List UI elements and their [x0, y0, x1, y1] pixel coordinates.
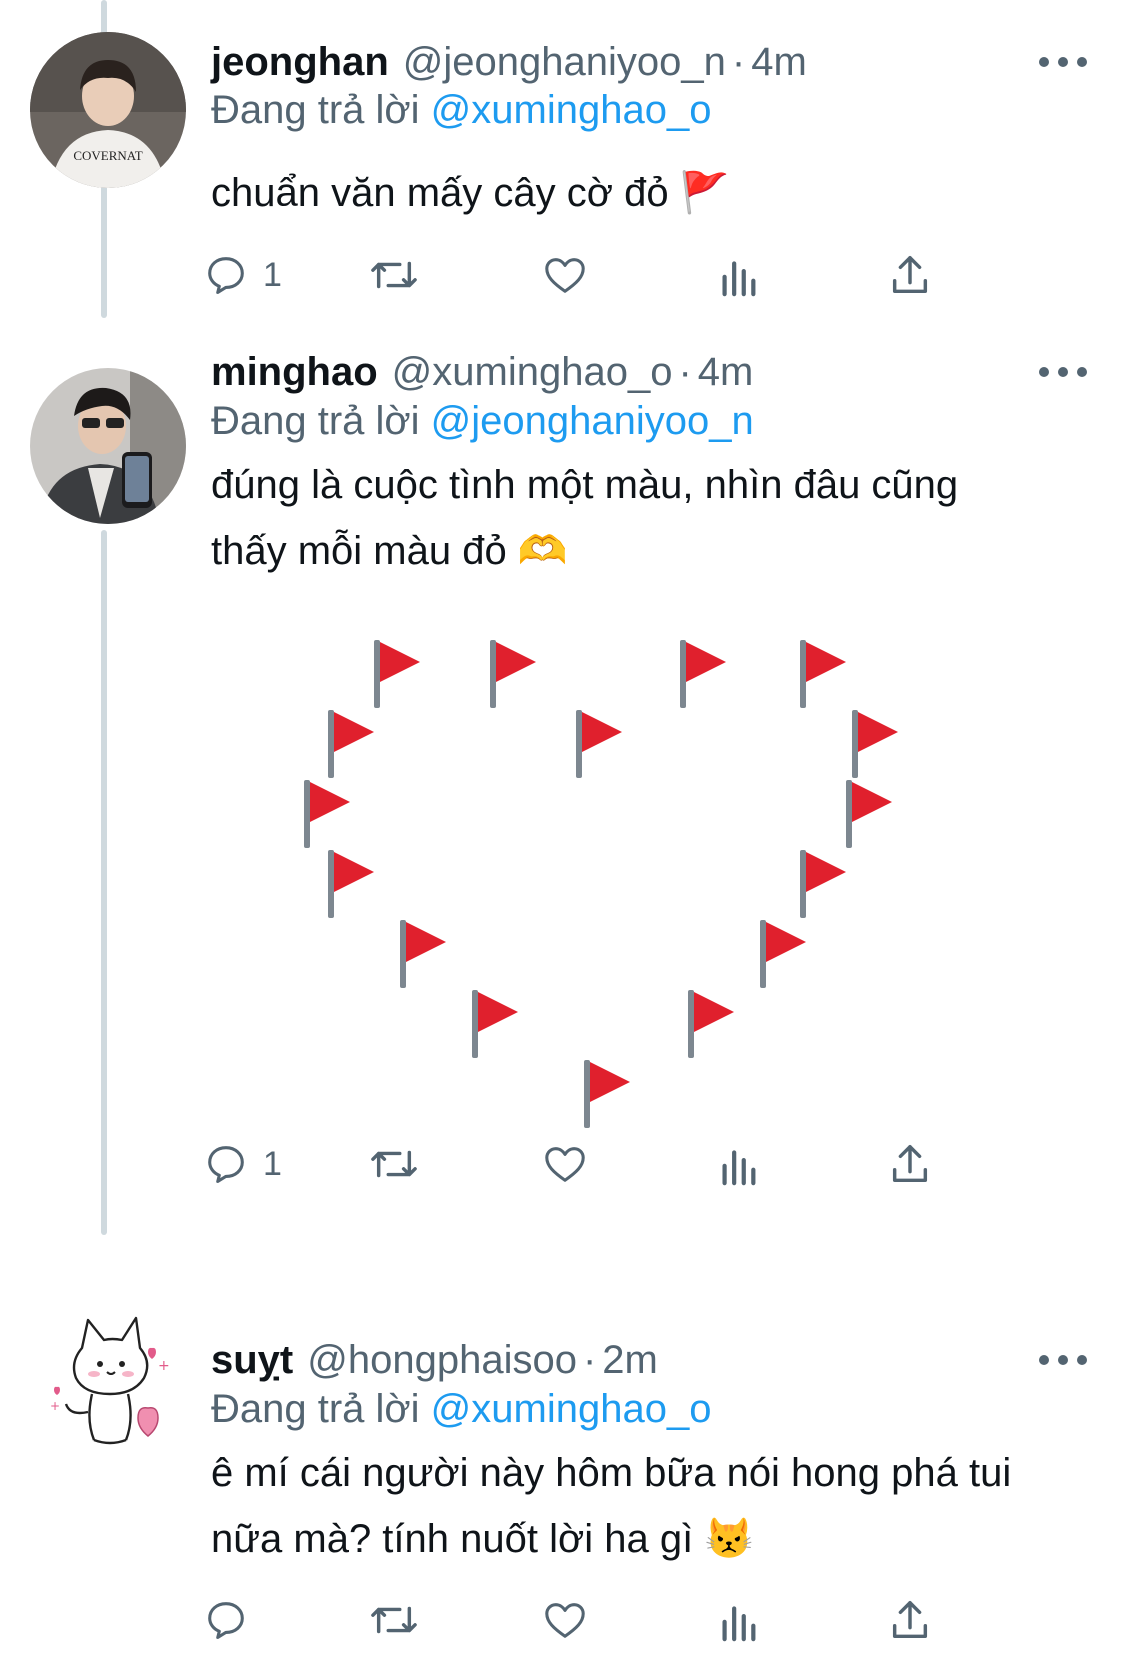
- red-flag-mark: [576, 710, 622, 778]
- views-button[interactable]: [717, 1590, 759, 1650]
- red-flag-mark: [800, 850, 846, 918]
- tweet-jeonghan[interactable]: COVERNAT jeonghan @jeonghaniyoo_n · 4m Đang…: [0, 0, 1125, 330]
- avatar-shirt-text: COVERNAT: [73, 148, 142, 163]
- share-icon: [892, 1145, 928, 1183]
- heart-hands-emoji: 🫶: [517, 529, 568, 573]
- tweet-text-body: chuẩn văn mấy cây cờ đỏ: [211, 171, 669, 215]
- reply-count: 1: [263, 1144, 282, 1183]
- tweet-text: ê mí cái người này hôm bữa nói hong phá …: [211, 1440, 1091, 1572]
- views-icon: [722, 1606, 756, 1642]
- share-icon: [892, 256, 928, 294]
- red-flag-mark: [374, 640, 420, 708]
- retweet-icon: [371, 1606, 417, 1634]
- tweet-text-line: đúng là cuộc tình một màu, nhìn đâu cũng: [211, 463, 959, 507]
- red-flag-mark: [688, 990, 734, 1058]
- timestamp[interactable]: 2m: [602, 1338, 658, 1382]
- display-name[interactable]: minghao: [211, 350, 378, 394]
- red-flag-mark: [490, 640, 536, 708]
- more-icon[interactable]: [1039, 1350, 1087, 1370]
- tweet-header: jeonghan @jeonghaniyoo_n · 4m: [211, 38, 807, 86]
- tweet-suyt[interactable]: + + suỵt @hongphaisoo · 2m Đang trả lời @xu…: [0, 1300, 1125, 1669]
- red-flag-mark: [328, 710, 374, 778]
- tweet-header: minghao @xuminghao_o · 4m: [211, 348, 753, 396]
- reply-count: 1: [263, 255, 282, 294]
- retweet-button[interactable]: [369, 245, 419, 305]
- retweet-icon: [371, 261, 417, 289]
- tweet-text-line: ê mí cái người này hôm bữa nói hong phá …: [211, 1451, 1012, 1495]
- replying-to: Đang trả lời @xuminghao_o: [211, 86, 711, 134]
- user-handle[interactable]: @xuminghao_o: [392, 350, 673, 394]
- red-flag-mark: [760, 920, 806, 988]
- views-button[interactable]: [717, 1134, 759, 1194]
- reply-icon: [208, 1602, 244, 1639]
- reply-button[interactable]: [203, 1590, 263, 1650]
- separator: ·: [678, 350, 692, 394]
- like-button[interactable]: [541, 1590, 589, 1650]
- tweet-actions: 1: [208, 245, 1011, 305]
- red-flag-mark: [304, 780, 350, 848]
- separator: ·: [582, 1338, 597, 1382]
- reply-icon: [208, 257, 244, 294]
- tweet-header: suỵt @hongphaisoo · 2m: [211, 1336, 658, 1384]
- replying-prefix: Đang trả lời: [211, 399, 420, 443]
- red-flag-emoji: 🚩: [679, 171, 730, 215]
- like-button[interactable]: [541, 1134, 589, 1194]
- red-flag-mark: [852, 710, 898, 778]
- reply-icon: [208, 1146, 244, 1183]
- user-handle[interactable]: @jeonghaniyoo_n: [403, 40, 726, 84]
- share-icon: [892, 1601, 928, 1639]
- display-name[interactable]: suỵt: [211, 1338, 293, 1382]
- tweet-actions: 1: [208, 1134, 1011, 1194]
- replying-prefix: Đang trả lời: [211, 1387, 420, 1431]
- replying-to-link[interactable]: @jeonghaniyoo_n: [431, 399, 754, 443]
- retweet-icon: [371, 1150, 417, 1178]
- like-icon: [545, 258, 585, 293]
- display-name[interactable]: jeonghan: [211, 40, 389, 84]
- replying-to-link[interactable]: @xuminghao_o: [431, 1387, 712, 1431]
- tweet-text: đúng là cuộc tình một màu, nhìn đâu cũng…: [211, 452, 1091, 584]
- reply-button[interactable]: 1: [203, 1134, 282, 1194]
- avatar[interactable]: + +: [30, 1300, 186, 1456]
- svg-text:+: +: [50, 1399, 60, 1413]
- share-button[interactable]: [887, 1134, 933, 1194]
- like-icon: [545, 1147, 585, 1182]
- views-icon: [722, 1150, 756, 1186]
- replying-to-link[interactable]: @xuminghao_o: [431, 88, 712, 132]
- svg-text:+: +: [158, 1358, 170, 1374]
- like-button[interactable]: [541, 245, 589, 305]
- red-flags-heart-image[interactable]: [300, 620, 980, 1180]
- retweet-button[interactable]: [369, 1134, 419, 1194]
- red-flag-mark: [328, 850, 374, 918]
- tweet-text-line: nữa mà? tính nuốt lời ha gì 😾: [211, 1517, 755, 1561]
- views-button[interactable]: [717, 245, 759, 305]
- pouting-cat-emoji: 😾: [704, 1517, 755, 1561]
- share-button[interactable]: [887, 1590, 933, 1650]
- separator: ·: [731, 40, 746, 84]
- red-flag-mark: [584, 1060, 630, 1128]
- replying-prefix: Đang trả lời: [211, 88, 420, 132]
- timestamp[interactable]: 4m: [698, 350, 754, 394]
- more-icon[interactable]: [1039, 52, 1087, 72]
- replying-to: Đang trả lời @jeonghaniyoo_n: [211, 397, 754, 445]
- timestamp[interactable]: 4m: [751, 40, 807, 84]
- tweet-text: chuẩn văn mấy cây cờ đỏ 🚩: [211, 160, 1091, 226]
- red-flag-mark: [800, 640, 846, 708]
- red-flag-mark: [400, 920, 446, 988]
- red-flag-mark: [846, 780, 892, 848]
- red-flag-mark: [472, 990, 518, 1058]
- red-flag-mark: [680, 640, 726, 708]
- tweet-actions: [208, 1590, 1011, 1650]
- avatar[interactable]: [30, 368, 186, 524]
- user-handle[interactable]: @hongphaisoo: [307, 1338, 577, 1382]
- avatar[interactable]: COVERNAT: [30, 32, 186, 188]
- replying-to: Đang trả lời @xuminghao_o: [211, 1385, 711, 1433]
- tweet-minghao[interactable]: minghao @xuminghao_o · 4m Đang trả lời @jeo…: [0, 330, 1125, 1210]
- retweet-button[interactable]: [369, 1590, 419, 1650]
- share-button[interactable]: [887, 245, 933, 305]
- tweet-text-line: thấy mỗi màu đỏ 🫶: [211, 529, 568, 573]
- reply-button[interactable]: 1: [203, 245, 282, 305]
- more-icon[interactable]: [1039, 362, 1087, 382]
- like-icon: [545, 1603, 585, 1638]
- views-icon: [722, 261, 756, 297]
